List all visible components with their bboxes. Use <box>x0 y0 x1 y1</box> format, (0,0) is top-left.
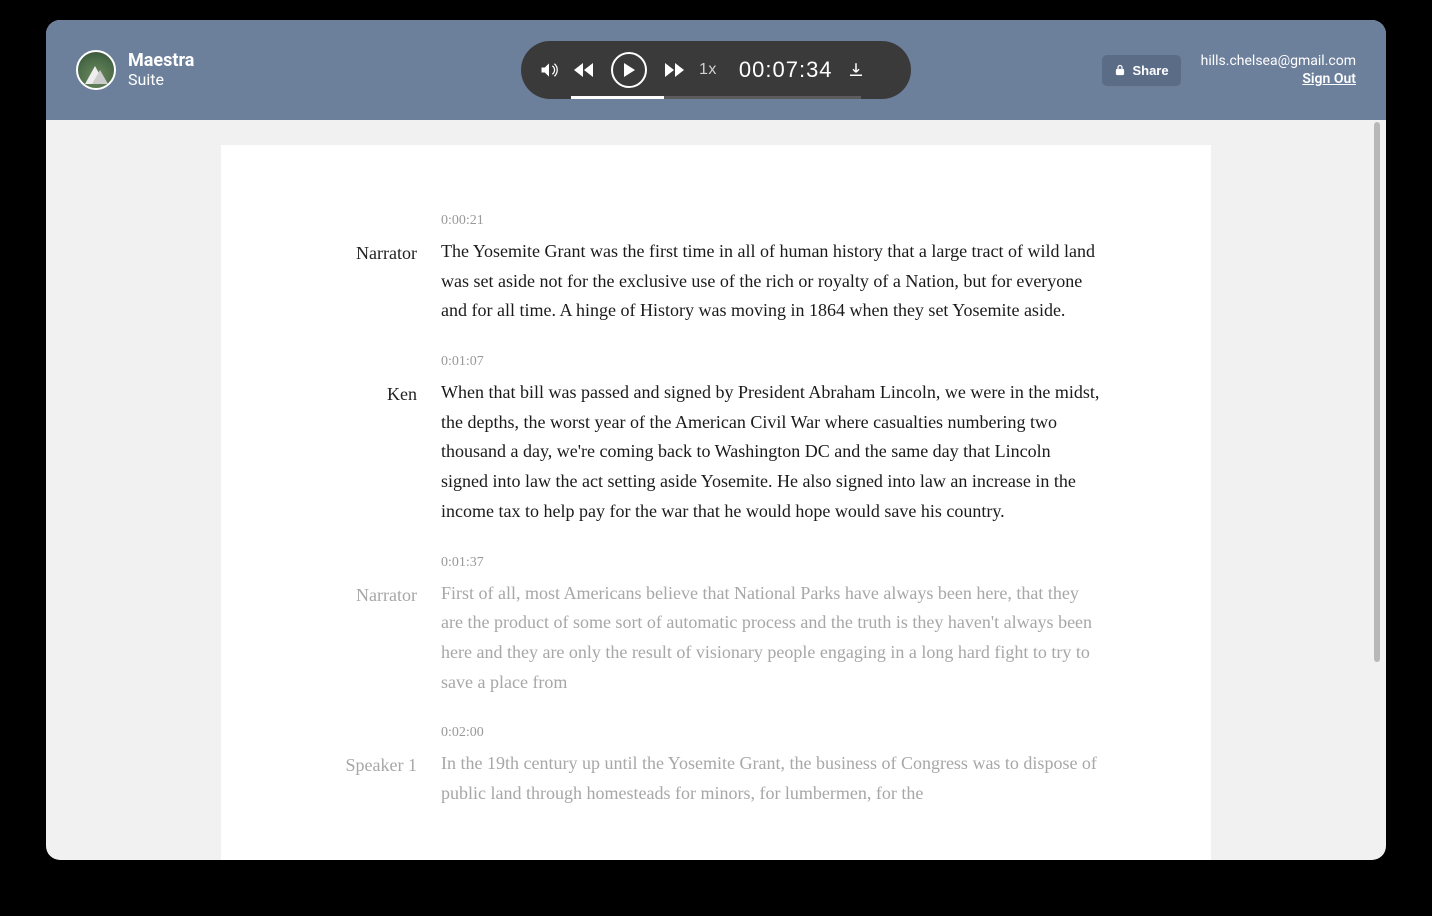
segment-body: 0:02:00 In the 19th century up until the … <box>441 725 1101 808</box>
sign-out-link[interactable]: Sign Out <box>1302 71 1356 87</box>
volume-icon <box>539 60 559 80</box>
forward-icon <box>661 60 685 80</box>
rewind-icon <box>573 60 597 80</box>
user-info: hills.chelsea@gmail.com Sign Out <box>1201 53 1356 87</box>
segment-timestamp[interactable]: 0:00:21 <box>441 213 1101 229</box>
segment-text[interactable]: When that bill was passed and signed by … <box>441 378 1101 526</box>
segment-body: 0:01:37 First of all, most Americans beli… <box>441 555 1101 698</box>
speaker-label[interactable]: Narrator <box>321 555 417 698</box>
download-button[interactable] <box>847 61 865 79</box>
rewind-button[interactable] <box>573 60 597 80</box>
scrollbar-thumb[interactable] <box>1374 122 1380 662</box>
transcript-segment: Narrator 0:01:37 First of all, most Americ… <box>321 555 1101 698</box>
speaker-label[interactable]: Ken <box>321 354 417 526</box>
content-scroll[interactable]: Narrator 0:00:21 The Yosemite Grant was th… <box>46 120 1386 860</box>
transcript-segment: Speaker 1 0:02:00 In the 19th century up u… <box>321 725 1101 808</box>
segment-text[interactable]: The Yosemite Grant was the first time in… <box>441 237 1101 326</box>
progress-fill <box>571 96 664 99</box>
user-email: hills.chelsea@gmail.com <box>1201 53 1356 69</box>
timecode: 00:07:34 <box>739 57 833 83</box>
segment-timestamp[interactable]: 0:01:37 <box>441 555 1101 571</box>
brand-name: Maestra <box>128 51 194 71</box>
transcript-segment: Ken 0:01:07 When that bill was passed and … <box>321 354 1101 526</box>
app-window: Maestra Suite 1x 00:07:34 <box>46 20 1386 860</box>
play-icon <box>622 63 636 77</box>
segment-timestamp[interactable]: 0:01:07 <box>441 354 1101 370</box>
segment-timestamp[interactable]: 0:02:00 <box>441 725 1101 741</box>
speaker-label[interactable]: Narrator <box>321 213 417 326</box>
brand-text: Maestra Suite <box>128 51 194 88</box>
header-right: Share hills.chelsea@gmail.com Sign Out <box>1102 53 1356 87</box>
audio-player: 1x 00:07:34 <box>521 41 911 99</box>
forward-button[interactable] <box>661 60 685 80</box>
lock-icon <box>1114 64 1126 76</box>
play-button[interactable] <box>611 52 647 88</box>
share-button[interactable]: Share <box>1102 55 1180 86</box>
app-header: Maestra Suite 1x 00:07:34 <box>46 20 1386 120</box>
volume-button[interactable] <box>539 60 559 80</box>
brand-logo[interactable]: Maestra Suite <box>76 50 194 90</box>
share-label: Share <box>1132 63 1168 78</box>
segment-body: 0:01:07 When that bill was passed and sig… <box>441 354 1101 526</box>
progress-bar[interactable] <box>571 96 861 99</box>
playback-speed[interactable]: 1x <box>699 61 717 79</box>
transcript-document: Narrator 0:00:21 The Yosemite Grant was th… <box>221 145 1211 860</box>
scrollbar[interactable] <box>1374 122 1380 854</box>
segment-text[interactable]: First of all, most Americans believe tha… <box>441 579 1101 698</box>
brand-sub: Suite <box>128 71 194 89</box>
speaker-label[interactable]: Speaker 1 <box>321 725 417 808</box>
transcript-segment: Narrator 0:00:21 The Yosemite Grant was th… <box>321 213 1101 326</box>
download-icon <box>847 61 865 79</box>
segment-text[interactable]: In the 19th century up until the Yosemit… <box>441 749 1101 808</box>
segment-body: 0:00:21 The Yosemite Grant was the first … <box>441 213 1101 326</box>
mountain-logo-icon <box>76 50 116 90</box>
